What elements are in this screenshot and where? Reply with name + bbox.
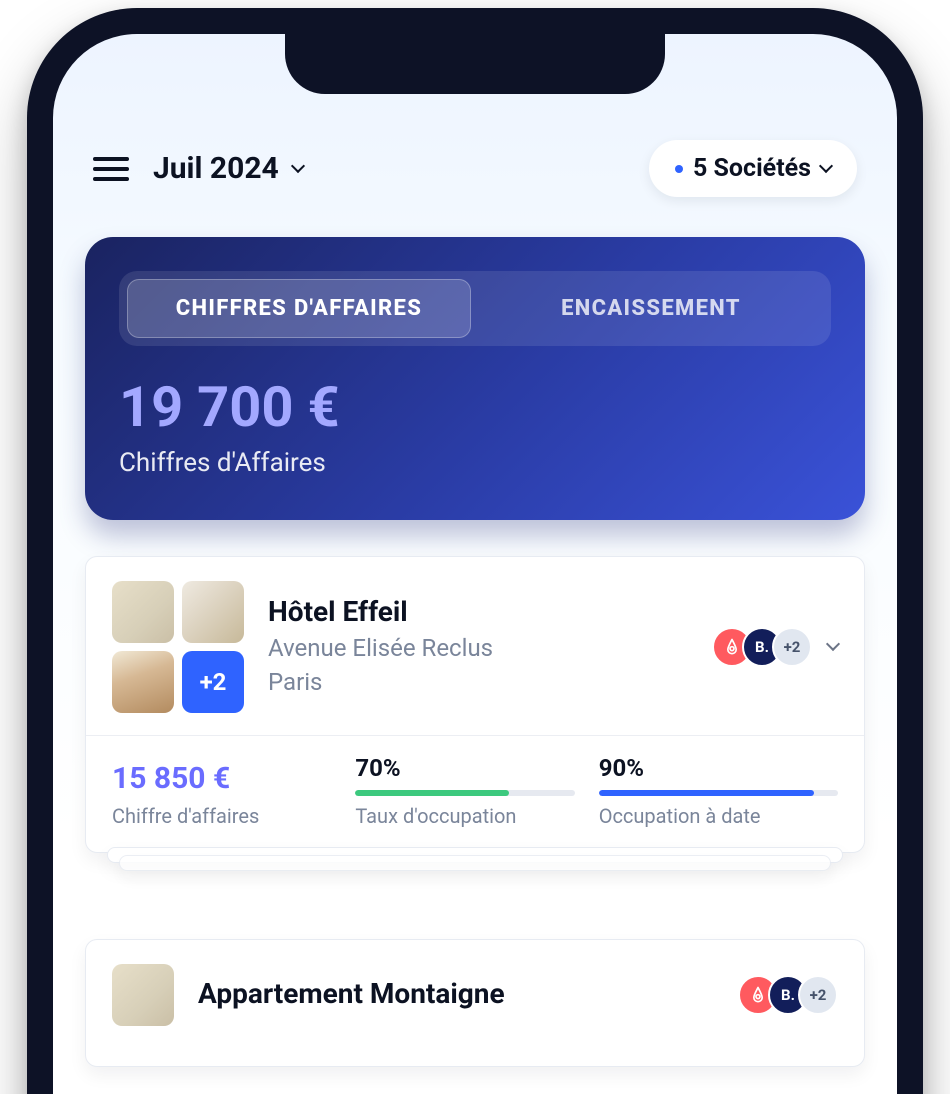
property-city: Paris [268,666,688,700]
tab-cashing[interactable]: ENCAISSEMENT [479,279,823,338]
chevron-down-icon [291,158,305,172]
progress-occupancy [355,790,574,796]
segmented-control: CHIFFRES D'AFFAIRES ENCAISSEMENT [119,271,831,346]
month-label: Juil 2024 [153,151,279,186]
revenue-hero-panel: CHIFFRES D'AFFAIRES ENCAISSEMENT 19 700 … [85,237,865,520]
thumbnail-2[interactable] [182,581,244,643]
property-thumbnails: +2 [112,581,244,713]
status-dot-icon [675,165,683,173]
topbar: Juil 2024 5 Sociétés [85,140,865,197]
card-stack-ghost [119,855,831,871]
more-thumbnails-button[interactable]: +2 [182,651,244,713]
month-picker[interactable]: Juil 2024 [153,151,303,186]
divider [86,735,864,736]
menu-icon[interactable] [93,157,129,181]
metric-occupancy-value: 70% [355,754,574,782]
metric-occupancy-label: Taux d'occupation [355,804,574,828]
metric-revenue: 15 850 € Chiffre d'affaires [112,761,331,828]
channel-badges: B. +2 [712,627,812,667]
property-card[interactable]: Appartement Montaigne B. +2 [85,939,865,1067]
more-channels-badge[interactable]: +2 [772,627,812,667]
property-title: Hôtel Effeil [268,595,688,628]
thumbnail-1[interactable] [112,581,174,643]
property-card-head: +2 Hôtel Effeil Avenue Elisée Reclus Par… [112,581,838,713]
chevron-down-icon[interactable] [826,637,840,651]
metric-todate-value: 90% [599,754,838,782]
phone-frame: Juil 2024 5 Sociétés CHIFFRES D'AFFAIRES… [27,8,923,1094]
chevron-down-icon [819,158,833,172]
phone-screen: Juil 2024 5 Sociétés CHIFFRES D'AFFAIRES… [53,34,897,1094]
property-thumbnails [112,964,174,1026]
metric-revenue-amount: 15 850 € [112,761,331,796]
notch [285,34,665,94]
property-info: Appartement Montaigne [198,977,714,1014]
property-info: Hôtel Effeil Avenue Elisée Reclus Paris [268,595,688,699]
more-channels-badge[interactable]: +2 [798,975,838,1015]
property-metrics: 15 850 € Chiffre d'affaires 70% Taux d'o… [112,754,838,828]
property-title: Appartement Montaigne [198,977,714,1010]
channel-badges-row: B. +2 [738,975,838,1015]
societies-filter[interactable]: 5 Sociétés [649,140,857,197]
property-card[interactable]: +2 Hôtel Effeil Avenue Elisée Reclus Par… [85,556,865,853]
hero-amount: 19 700 € [119,374,831,440]
channel-badges-row: B. +2 [712,627,838,667]
metric-revenue-label: Chiffre d'affaires [112,804,331,828]
thumbnail-1[interactable] [112,964,174,1026]
metric-occupancy: 70% Taux d'occupation [355,754,574,828]
metric-todate-label: Occupation à date [599,804,838,828]
topbar-left: Juil 2024 [93,151,303,186]
stage: Juil 2024 5 Sociétés CHIFFRES D'AFFAIRES… [0,0,950,1094]
property-street: Avenue Elisée Reclus [268,632,688,666]
hero-label: Chiffres d'Affaires [119,448,831,478]
property-card-stack: +2 Hôtel Effeil Avenue Elisée Reclus Par… [85,556,865,853]
metric-occupancy-to-date: 90% Occupation à date [599,754,838,828]
societies-label: 5 Sociétés [693,154,811,183]
channel-badges: B. +2 [738,975,838,1015]
tab-revenue[interactable]: CHIFFRES D'AFFAIRES [127,279,471,338]
property-card-head: Appartement Montaigne B. +2 [112,964,838,1026]
progress-to-date [599,790,838,796]
thumbnail-3[interactable] [112,651,174,713]
